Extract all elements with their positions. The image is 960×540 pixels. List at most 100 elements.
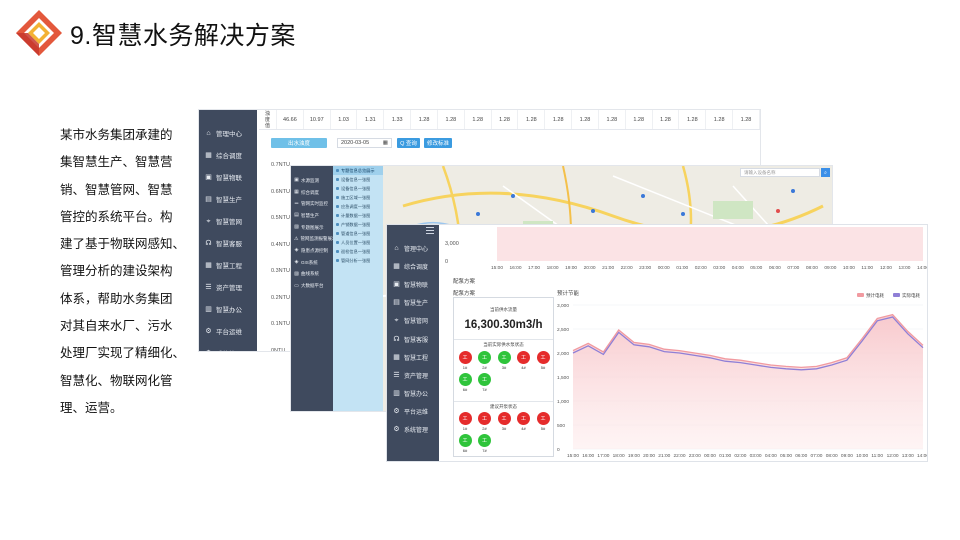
sidebar-item[interactable]: ◈ GIS系统: [291, 257, 333, 269]
sidebar-item-label: 管理中心: [404, 246, 429, 253]
sidebar-item[interactable]: ▣ 智慧物联: [387, 275, 439, 293]
sidebar-item[interactable]: ▦ 智慧工程: [199, 254, 257, 276]
y-axis-label: 0.7NTU: [271, 162, 290, 168]
sidebar-item[interactable]: ▦ 综合调度: [291, 187, 333, 199]
table-header-char: 值: [264, 122, 270, 129]
y-axis-label: 0NTU: [271, 347, 286, 352]
gear-icon: ⚙: [393, 426, 400, 434]
x-tick-label: 00:00: [658, 265, 670, 271]
map-icon: ◈: [294, 247, 299, 254]
x-tick-label: 23:00: [639, 265, 651, 271]
sidebar-item[interactable]: ▦ 智慧工程: [387, 348, 439, 366]
submenu-item[interactable]: 产销数据一张图: [333, 220, 383, 229]
sidebar-item[interactable]: ▤ 智慧生产: [199, 188, 257, 210]
y-tick-label: 2,500: [557, 327, 569, 333]
home-icon: ⌂: [394, 244, 399, 252]
sidebar-item[interactable]: ▨ 曲线系统: [291, 269, 333, 281]
submenu-item[interactable]: 设备信息一张图: [333, 175, 383, 184]
box-icon: ▣: [205, 173, 212, 181]
table-cell: 1.28: [733, 110, 760, 129]
submenu-item[interactable]: 人员位置一张图: [333, 238, 383, 247]
sidebar-item[interactable]: ☊ 智慧客服: [387, 330, 439, 348]
sidebar-item-label: 智慧客服: [404, 337, 429, 344]
submenu-item[interactable]: 设备信息一张图: [333, 184, 383, 193]
sidebar-item[interactable]: ▤ 智慧生产: [387, 294, 439, 312]
submenu-item[interactable]: 巡检信息一张图: [333, 247, 383, 256]
sidebar-item[interactable]: ⌖ 智慧管网: [387, 312, 439, 330]
sidebar-item[interactable]: ▣ 水源监测: [291, 175, 333, 187]
y-tick-label: 500: [557, 423, 565, 429]
water-turbidity-button[interactable]: 出水浊度: [271, 138, 327, 148]
top-area-chart: 3,000 0 15:00 16:00 17:00 18:00 19:00 20:00 21:0…: [445, 227, 927, 271]
description-line: 对其自来水厂、污水: [60, 319, 173, 334]
pump-indicator: 工 6#: [458, 434, 472, 453]
pump-name: 6#: [462, 387, 468, 392]
sidebar-item[interactable]: ▦ 综合调度: [199, 144, 257, 166]
bullet-icon: [336, 205, 339, 208]
bullet-icon: [336, 250, 339, 253]
bullet-icon: [336, 196, 339, 199]
menu-icon[interactable]: [426, 227, 434, 234]
submenu-item-label: 专题信息总览展示: [341, 167, 375, 173]
edit-standard-button[interactable]: 修改标准: [424, 138, 452, 148]
legend-swatch: [857, 293, 864, 297]
submenu-item[interactable]: 施工区域一张图: [333, 193, 383, 202]
table-header: 浊度值: [259, 110, 277, 129]
suggested-pump-status-label: 建议开泵状态: [490, 404, 517, 409]
pump-indicator: 工 5#: [536, 412, 550, 431]
legend-label: 预计电耗: [866, 292, 884, 299]
sidebar-item[interactable]: ☰ 资产管理: [387, 366, 439, 384]
x-tick-label: 21:00: [658, 453, 670, 459]
sidebar-item-label: 管网监测报警展示: [300, 236, 337, 242]
description-line: 销、智慧管网、智慧: [60, 182, 173, 197]
sidebar-item[interactable]: ⚙ 系统管理: [199, 342, 257, 352]
x-tick-label: 05:00: [780, 453, 792, 459]
sidebar-item[interactable]: ⌂ 管理中心: [387, 239, 439, 257]
x-tick-label: 18:00: [613, 453, 625, 459]
sidebar-item[interactable]: ▦ 综合调度: [387, 257, 439, 275]
date-picker[interactable]: 2020-03-05 ▦: [337, 138, 392, 148]
sidebar-item[interactable]: ▭ 大数据平台: [291, 280, 333, 292]
office-icon: ▥: [393, 390, 400, 398]
table-cell: 1.28: [653, 110, 680, 129]
x-tick-label: 12:00: [887, 453, 899, 459]
grid-icon: ▦: [205, 261, 212, 269]
sidebar-item[interactable]: ▥ 智慧办公: [387, 385, 439, 403]
sidebar-item[interactable]: ▨ 专题图展示: [291, 222, 333, 234]
submenu-item[interactable]: 应急调度一张图: [333, 202, 383, 211]
legend-label: 实际电耗: [902, 292, 920, 299]
x-tick-label: 22:00: [674, 453, 686, 459]
sidebar-item[interactable]: ⌖ 智慧管网: [199, 210, 257, 232]
submenu-item[interactable]: 专题信息总览展示: [333, 166, 383, 175]
submenu-item[interactable]: 管道信息一张图: [333, 229, 383, 238]
bullet-icon: [336, 259, 339, 262]
pump-status-icon: 工: [478, 434, 491, 447]
gear-icon: ⚙: [205, 327, 212, 335]
sidebar-item[interactable]: ⚠ 管网监测报警展示: [291, 233, 337, 245]
sidebar-item[interactable]: ☰ 资产管理: [199, 276, 257, 298]
submenu-item[interactable]: 计量数据一张图: [333, 211, 383, 220]
sidebar-item[interactable]: ☊ 智慧客服: [199, 232, 257, 254]
sidebar-item[interactable]: ═ 管网实时监控: [291, 198, 333, 210]
search-icon[interactable]: ⌕: [821, 168, 830, 177]
sidebar-item-label: 管网实时监控: [301, 201, 328, 207]
sidebar-item[interactable]: ⚙ 平台运维: [199, 320, 257, 342]
sidebar-item[interactable]: ▣ 智慧物联: [199, 166, 257, 188]
submenu-item[interactable]: 管网分析一张图: [333, 256, 383, 265]
x-tick-label: 16:00: [510, 265, 522, 271]
sidebar-item[interactable]: ⌂ 管理中心: [199, 122, 257, 144]
sidebar-item-label: 隐患点源控制: [301, 247, 328, 253]
pump-status-icon: 工: [536, 351, 550, 364]
sidebar-item[interactable]: ⚙ 系统管理: [387, 421, 439, 439]
query-button[interactable]: Q 查询: [397, 138, 420, 148]
sidebar-item[interactable]: ◈ 隐患点源控制: [291, 245, 333, 257]
sidebar-item[interactable]: ▥ 智慧办公: [199, 298, 257, 320]
calendar-icon: ▦: [382, 140, 388, 146]
sidebar-item[interactable]: ▤ 智慧生产: [291, 210, 333, 222]
sidebar-item[interactable]: ⚙ 平台运维: [387, 403, 439, 421]
pump-plan-panel: 当前供水流量 16,300.30m3/h 当前实际供水泵状态 工 1# 工 2# 工 3#…: [453, 297, 554, 457]
sidebar-item-label: 大数据平台: [301, 283, 324, 289]
device-search-input[interactable]: 请输入设备名称: [740, 168, 820, 177]
pump-indicator: 工 4#: [517, 412, 531, 431]
y-tick-label: 0: [557, 447, 560, 453]
